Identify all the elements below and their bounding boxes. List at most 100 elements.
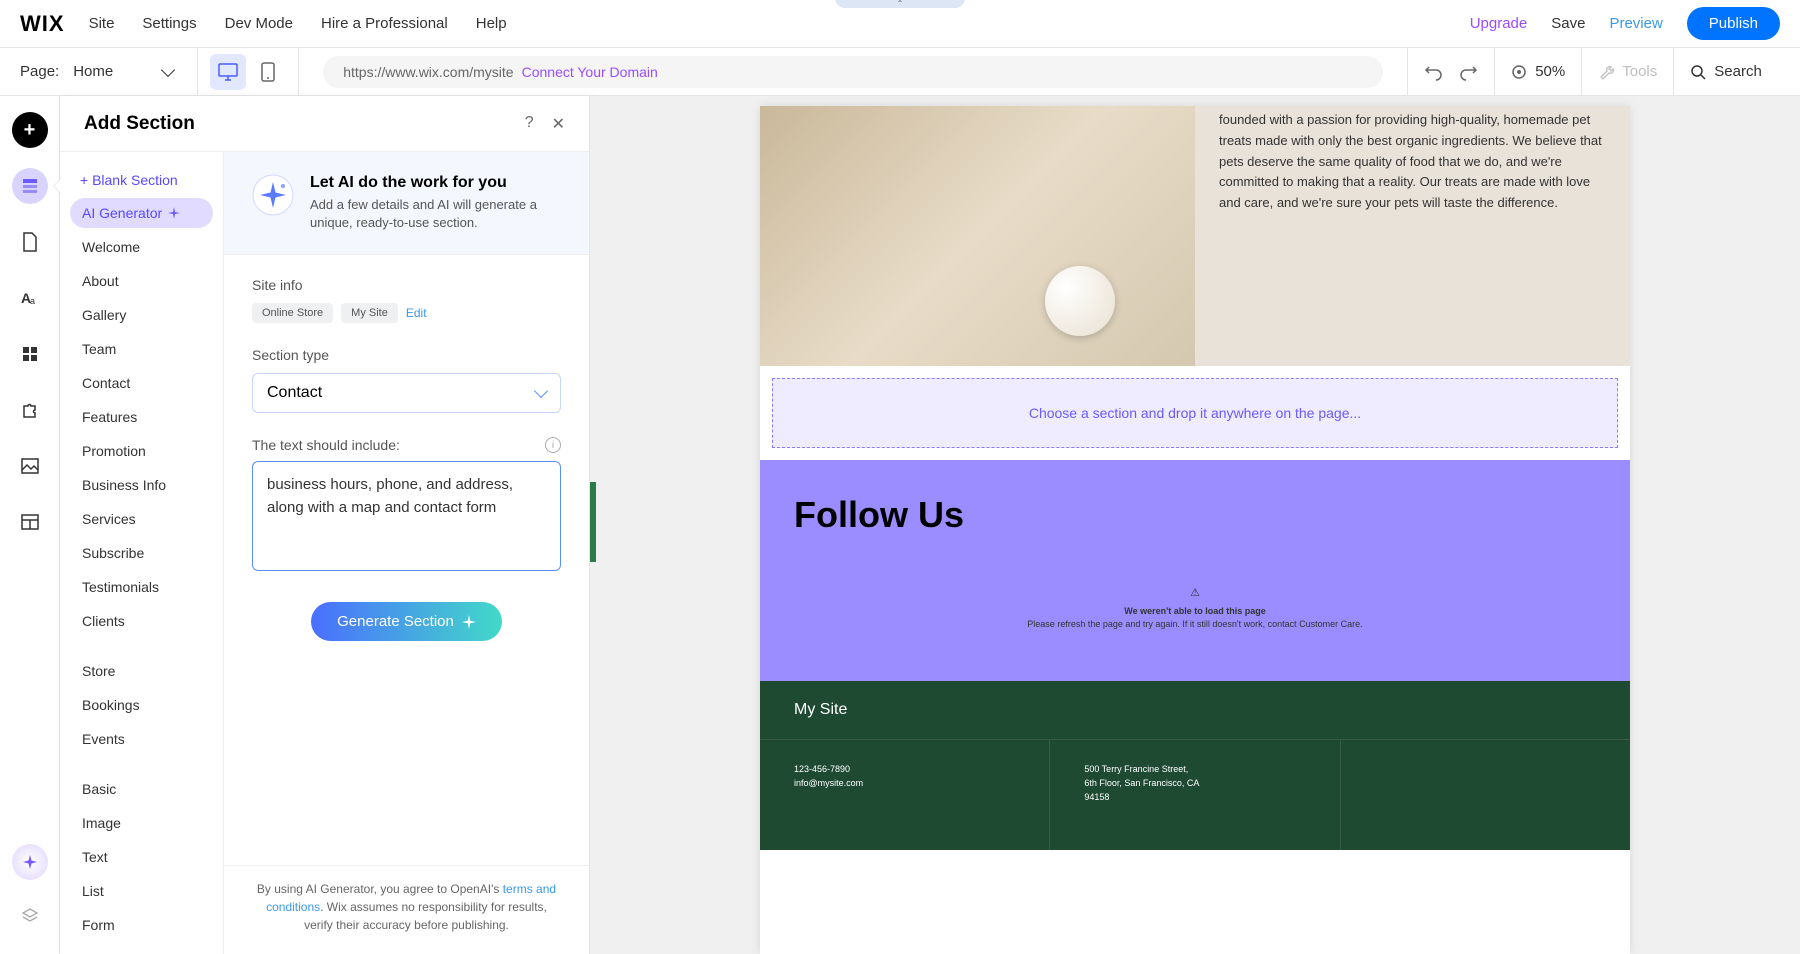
- cat-gallery[interactable]: Gallery: [70, 300, 213, 330]
- menu-devmode[interactable]: Dev Mode: [225, 15, 293, 32]
- tag-mysite: My Site: [341, 303, 398, 323]
- undo-redo-group: [1407, 48, 1494, 95]
- disclaimer-text: By using AI Generator, you agree to Open…: [224, 865, 589, 954]
- cat-services[interactable]: Services: [70, 504, 213, 534]
- sections-icon: [21, 177, 39, 195]
- cat-promotion[interactable]: Promotion: [70, 436, 213, 466]
- generate-label: Generate Section: [337, 613, 454, 630]
- page-label: Page:: [20, 63, 59, 80]
- ai-gen-label: AI Generator: [82, 205, 162, 221]
- save-button[interactable]: Save: [1551, 15, 1585, 32]
- sectiontype-label: Section type: [252, 347, 561, 363]
- sparkle-small-icon: [168, 207, 180, 219]
- sectiontype-dropdown[interactable]: Contact: [252, 373, 561, 413]
- tools-label: Tools: [1622, 63, 1657, 80]
- cat-subscribe[interactable]: Subscribe: [70, 538, 213, 568]
- section-dropzone[interactable]: Choose a section and drop it anywhere on…: [772, 378, 1618, 448]
- help-icon[interactable]: ?: [525, 114, 534, 134]
- site-preview: founded with a passion for providing hig…: [760, 106, 1630, 954]
- page-icon: [22, 232, 38, 252]
- cat-businessinfo[interactable]: Business Info: [70, 470, 213, 500]
- layers-button[interactable]: [12, 898, 48, 934]
- generate-section-button[interactable]: Generate Section: [311, 602, 502, 641]
- cat-testimonials[interactable]: Testimonials: [70, 572, 213, 602]
- cat-contact[interactable]: Contact: [70, 368, 213, 398]
- connect-domain-link[interactable]: Connect Your Domain: [522, 64, 658, 80]
- menu-hire[interactable]: Hire a Professional: [321, 15, 448, 32]
- cat-store[interactable]: Store: [70, 656, 213, 686]
- url-text: https://www.wix.com/mysite: [343, 64, 513, 80]
- zoom-value: 50%: [1535, 63, 1565, 80]
- window-handle[interactable]: ⌃: [835, 0, 965, 8]
- footer-address-col: 500 Terry Francine Street, 6th Floor, Sa…: [1050, 740, 1340, 850]
- page-dropdown[interactable]: Home: [73, 63, 183, 80]
- tools-button[interactable]: Tools: [1581, 48, 1673, 95]
- content-button[interactable]: [12, 504, 48, 540]
- menu-settings[interactable]: Settings: [142, 15, 196, 32]
- follow-us-title: Follow Us: [794, 494, 1596, 536]
- widget-error: ⚠ We weren't able to load this page Plea…: [794, 586, 1596, 631]
- cat-about[interactable]: About: [70, 266, 213, 296]
- design-button[interactable]: Aa: [12, 280, 48, 316]
- search-button[interactable]: Search: [1673, 48, 1778, 95]
- zoom-target-icon: [1511, 64, 1527, 80]
- media-button[interactable]: [12, 448, 48, 484]
- undo-icon[interactable]: [1424, 63, 1442, 81]
- wrench-icon: [1598, 64, 1614, 80]
- add-section-panel: Add Section ? ✕ + Blank Section AI Gener…: [60, 96, 590, 954]
- page-name: Home: [73, 63, 113, 80]
- cat-list[interactable]: List: [70, 876, 213, 906]
- desktop-view-button[interactable]: [210, 54, 246, 90]
- preview-button[interactable]: Preview: [1609, 15, 1662, 32]
- mobile-view-button[interactable]: [250, 54, 286, 90]
- site-canvas[interactable]: founded with a passion for providing hig…: [590, 96, 1800, 954]
- intro-desc: Add a few details and AI will generate a…: [310, 196, 561, 232]
- chevron-down-icon: [534, 384, 548, 398]
- cat-text[interactable]: Text: [70, 842, 213, 872]
- cat-bookings[interactable]: Bookings: [70, 690, 213, 720]
- table-icon: [21, 514, 39, 530]
- url-bar[interactable]: https://www.wix.com/mysite Connect Your …: [323, 56, 1383, 88]
- hero-image: [760, 106, 1195, 366]
- tag-onlinestore: Online Store: [252, 303, 333, 323]
- puzzle-icon: [21, 401, 39, 419]
- close-icon[interactable]: ✕: [552, 114, 565, 134]
- menu-site[interactable]: Site: [89, 15, 115, 32]
- blank-section-button[interactable]: + Blank Section: [70, 166, 213, 194]
- ai-assistant-button[interactable]: [12, 844, 48, 880]
- footer-empty-col: [1341, 740, 1630, 850]
- grid-icon: [22, 346, 38, 362]
- cat-basic[interactable]: Basic: [70, 774, 213, 804]
- image-icon: [21, 458, 39, 474]
- info-icon[interactable]: i: [545, 437, 561, 453]
- apps-button[interactable]: [12, 336, 48, 372]
- search-label: Search: [1714, 63, 1762, 80]
- ai-prompt-textarea[interactable]: [252, 461, 561, 571]
- cat-clients[interactable]: Clients: [70, 606, 213, 636]
- redo-icon[interactable]: [1460, 63, 1478, 81]
- panel-title: Add Section: [84, 113, 195, 135]
- my-business-button[interactable]: [12, 392, 48, 428]
- pages-button[interactable]: [12, 224, 48, 260]
- cat-events[interactable]: Events: [70, 724, 213, 754]
- cat-form[interactable]: Form: [70, 910, 213, 940]
- cat-welcome[interactable]: Welcome: [70, 232, 213, 262]
- cat-team[interactable]: Team: [70, 334, 213, 364]
- footer-contact-col: 123-456-7890 info@mysite.com: [760, 740, 1050, 850]
- ai-generator-category[interactable]: AI Generator: [70, 198, 213, 228]
- cat-image[interactable]: Image: [70, 808, 213, 838]
- sections-button[interactable]: [12, 168, 48, 204]
- menu-help[interactable]: Help: [476, 15, 507, 32]
- publish-button[interactable]: Publish: [1687, 7, 1780, 40]
- zoom-control[interactable]: 50%: [1494, 48, 1581, 95]
- textinclude-label: The text should include:: [252, 437, 400, 453]
- add-button[interactable]: +: [12, 112, 48, 148]
- wix-logo: WIX: [20, 11, 65, 37]
- cat-features[interactable]: Features: [70, 402, 213, 432]
- sectiontype-value: Contact: [267, 384, 322, 402]
- siteinfo-label: Site info: [252, 277, 561, 293]
- svg-text:a: a: [30, 296, 35, 306]
- sparkle-large-icon: [252, 174, 294, 216]
- edit-siteinfo-link[interactable]: Edit: [406, 306, 427, 320]
- upgrade-link[interactable]: Upgrade: [1470, 15, 1528, 32]
